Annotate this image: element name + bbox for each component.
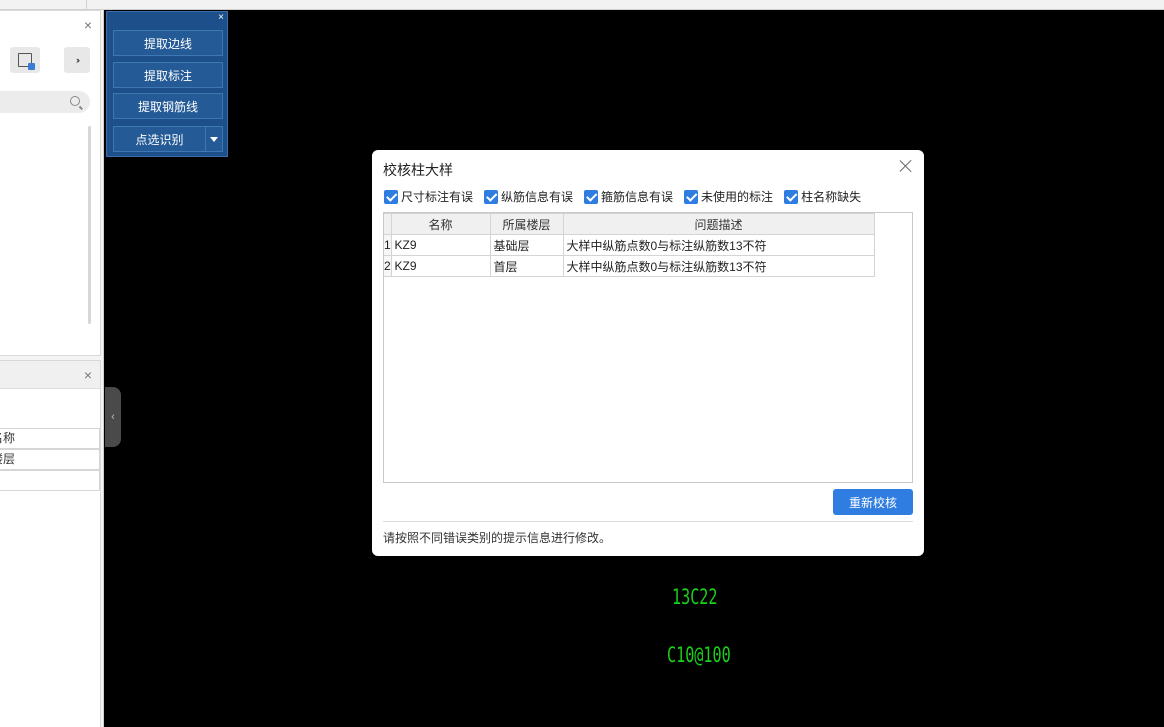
filter-label: 柱名称缺失 [801, 190, 862, 204]
issue-table-container: 名称 所属楼层 问题描述 1 KZ9 基础层 大样中纵筋点数0与标注纵筋数13不… [383, 212, 913, 483]
cell-description[interactable]: 大样中纵筋点数0与标注纵筋数13不符 [562, 255, 875, 277]
point-select-button[interactable]: 点选识别 [114, 127, 206, 151]
properties-header: × [0, 361, 100, 389]
dropdown-button[interactable] [206, 127, 222, 151]
cell-name[interactable]: KZ9 [390, 234, 491, 256]
filter-label: 纵筋信息有误 [501, 190, 574, 204]
cad-annotation: C10@100 [667, 643, 731, 667]
properties-panel: × 名称 楼层 [0, 360, 101, 727]
filter-stirrup-error[interactable]: 箍筋信息有误 [584, 188, 673, 205]
layer-manage-icon [18, 53, 35, 70]
hint-text: 请按照不同错误类别的提示信息进行修改。 [383, 531, 612, 545]
extract-tool-panel: × 提取边线 提取标注 提取钢筋线 点选识别 [106, 11, 228, 157]
dialog-title: 校核柱大样 [383, 162, 453, 178]
extract-rebar-line-button[interactable]: 提取钢筋线 [113, 93, 223, 119]
close-icon[interactable]: × [218, 12, 224, 24]
search-input[interactable] [0, 91, 90, 113]
column-header-name[interactable]: 名称 [390, 213, 491, 235]
toolbar-separator [86, 0, 87, 10]
column-header-index [384, 213, 392, 235]
cell-name[interactable]: KZ9 [390, 255, 491, 277]
chevron-down-icon [210, 136, 218, 142]
table-row[interactable]: 2 KZ9 首层 大样中纵筋点数0与标注纵筋数13不符 [384, 255, 875, 277]
point-select-split-button: 点选识别 [113, 126, 223, 152]
cell-floor[interactable]: 基础层 [489, 234, 564, 256]
filter-label: 箍筋信息有误 [601, 190, 674, 204]
cad-annotation: 13C22 [672, 585, 718, 609]
divider [383, 521, 913, 522]
property-row[interactable]: 楼层 [0, 449, 100, 470]
property-row[interactable] [0, 470, 100, 491]
layer-manage-button[interactable] [10, 47, 40, 73]
checkbox-checked[interactable] [684, 189, 699, 204]
filter-missing-column-name[interactable]: 柱名称缺失 [784, 188, 861, 205]
checkbox-checked[interactable] [584, 189, 599, 204]
close-icon[interactable]: × [84, 17, 92, 33]
check-column-detail-dialog: 校核柱大样 尺寸标注有误 纵筋信息有误 箍筋信息有误 未使用的标注 柱名称缺失 [372, 150, 924, 556]
column-header-description[interactable]: 问题描述 [562, 213, 875, 235]
cell-description[interactable]: 大样中纵筋点数0与标注纵筋数13不符 [562, 234, 875, 256]
checkbox-checked[interactable] [784, 189, 799, 204]
filter-label: 尺寸标注有误 [401, 190, 474, 204]
extract-annotation-button[interactable]: 提取标注 [113, 62, 223, 88]
column-header-floor[interactable]: 所属楼层 [489, 213, 564, 235]
filter-checkbox-group: 尺寸标注有误 纵筋信息有误 箍筋信息有误 未使用的标注 柱名称缺失 [384, 188, 872, 205]
filter-longitudinal-rebar-error[interactable]: 纵筋信息有误 [484, 188, 573, 205]
filter-label: 未使用的标注 [701, 190, 774, 204]
close-icon[interactable]: × [84, 367, 92, 383]
recheck-button[interactable]: 重新校核 [833, 489, 913, 515]
expand-more-button[interactable]: ›› [64, 47, 90, 73]
navigation-panel: × ›› [0, 10, 101, 356]
checkbox-checked[interactable] [484, 189, 499, 204]
filter-unused-annotation[interactable]: 未使用的标注 [684, 188, 773, 205]
top-toolbar-strip [0, 0, 1164, 10]
property-label: 楼层 [0, 452, 15, 466]
close-icon[interactable] [898, 158, 914, 174]
search-icon [70, 96, 80, 106]
filter-dimension-error[interactable]: 尺寸标注有误 [384, 188, 473, 205]
collapse-panel-handle[interactable]: ‹ [105, 387, 121, 447]
cell-floor[interactable]: 首层 [489, 255, 564, 277]
issue-table: 名称 所属楼层 问题描述 1 KZ9 基础层 大样中纵筋点数0与标注纵筋数13不… [384, 213, 875, 277]
table-row[interactable]: 1 KZ9 基础层 大样中纵筋点数0与标注纵筋数13不符 [384, 234, 875, 256]
property-label: 名称 [0, 431, 15, 445]
scrollbar[interactable] [88, 126, 91, 324]
table-header-row: 名称 所属楼层 问题描述 [384, 213, 875, 235]
property-row[interactable]: 名称 [0, 428, 100, 449]
extract-edge-button[interactable]: 提取边线 [113, 30, 223, 56]
row-index: 1 [384, 234, 392, 256]
row-index: 2 [384, 255, 392, 277]
checkbox-checked[interactable] [384, 189, 398, 204]
